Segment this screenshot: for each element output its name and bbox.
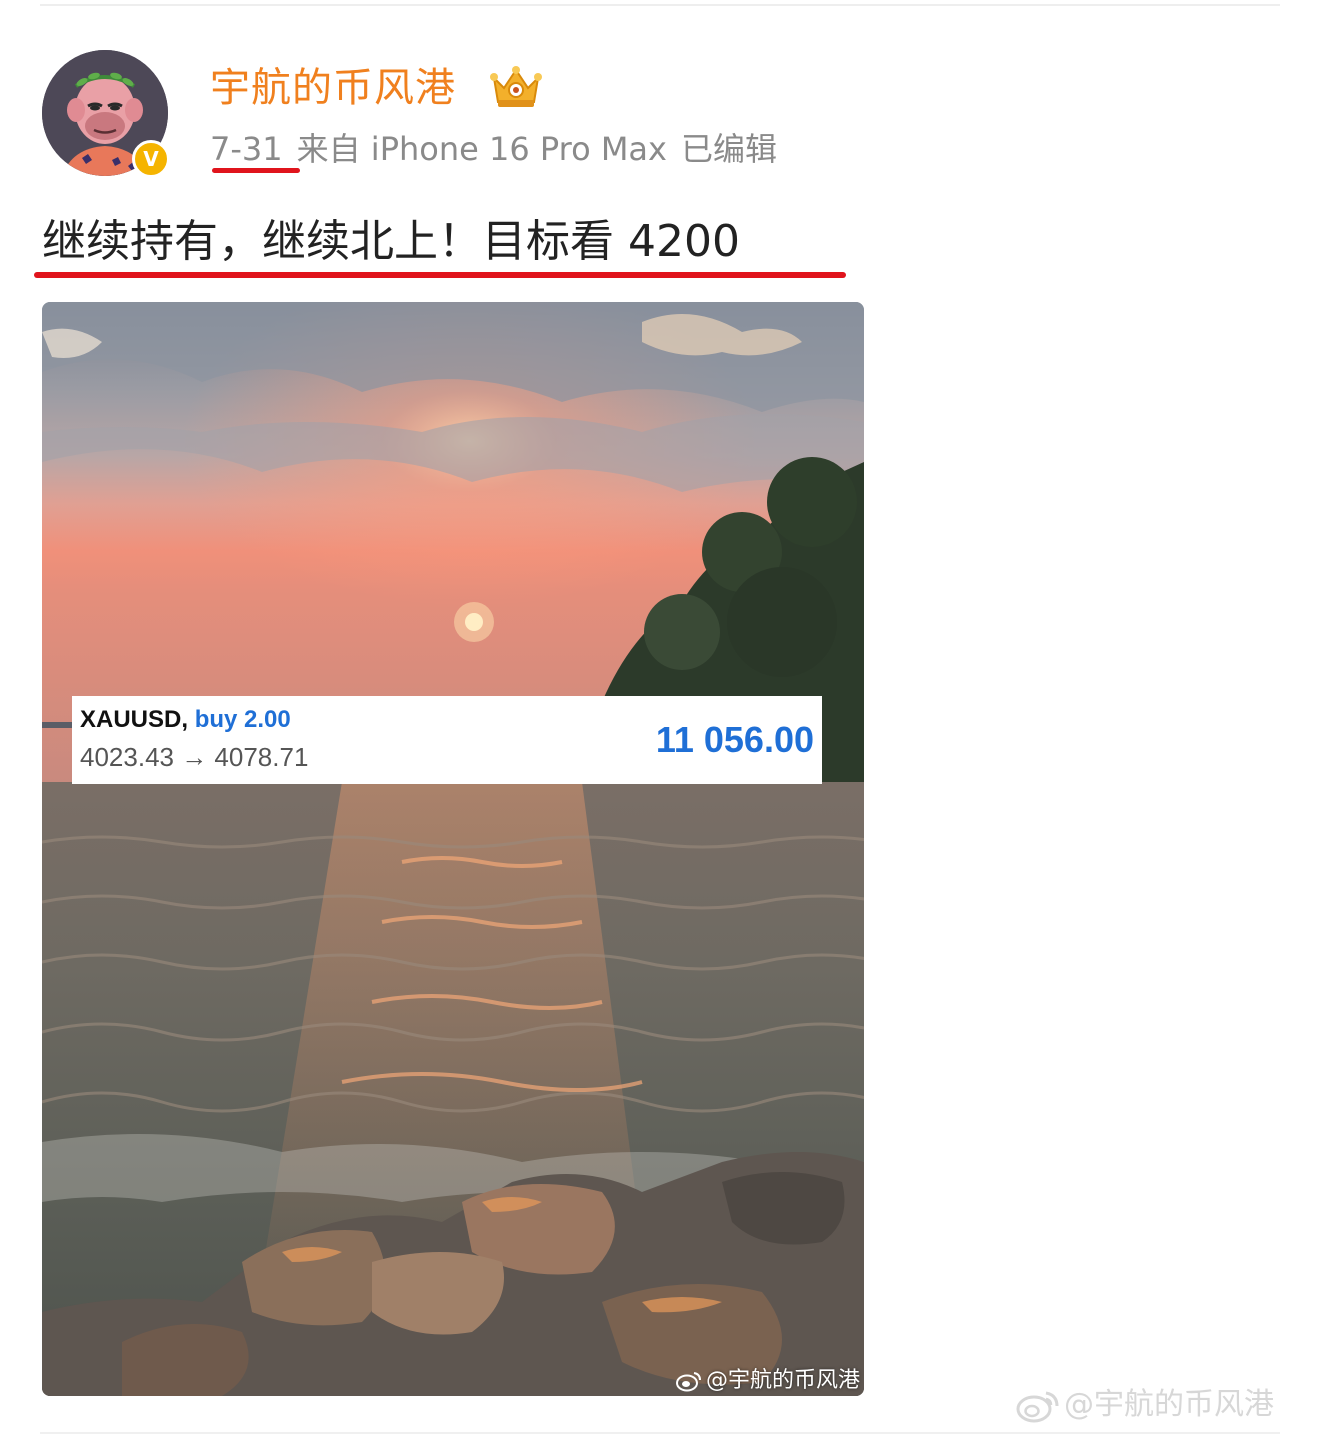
sunset-sea-photo [42,302,864,1396]
trade-symbol-line: XAUUSD, buy 2.00 [80,704,291,736]
weibo-logo-icon [1016,1391,1059,1422]
trade-prices: 4023.43 → 4078.71 [80,742,309,772]
weibo-post: V 宇航的币风港 7-31 来自 iPhone 16 Pro Max 已编辑 继续持… [0,0,1320,1436]
post-date[interactable]: 7-31 [210,130,283,168]
text-underline-mark [34,272,846,278]
divider-bottom [40,1432,1280,1434]
username[interactable]: 宇航的币风港 [210,60,456,116]
page-watermark-text: @宇航的币风港 [1064,1387,1274,1422]
trade-symbol: XAUUSD, [80,706,189,733]
date-underline-mark [212,168,300,173]
post-text: 继续持有，继续北上！目标看 4200 [42,216,740,267]
edited-label[interactable]: 已编辑 [681,130,777,168]
page-watermark: @宇航的币风港 [1016,1384,1274,1426]
trade-profit: 11 056.00 [655,719,814,760]
divider-top [40,4,1280,6]
verified-badge-icon: V [132,140,170,178]
trade-side: buy 2.00 [194,706,291,733]
image-watermark: @宇航的币风港 [676,1366,860,1396]
trade-result-card: XAUUSD, buy 2.00 4023.43 → 4078.71 11 05… [72,696,822,784]
post-meta: 7-31 来自 iPhone 16 Pro Max 已编辑 [210,126,791,172]
post-source: 来自 iPhone 16 Pro Max [296,130,667,168]
weibo-logo-icon [676,1372,701,1392]
crown-icon [490,66,542,107]
image-watermark-text: @宇航的币风港 [706,1368,861,1393]
post-image[interactable] [42,302,864,1396]
